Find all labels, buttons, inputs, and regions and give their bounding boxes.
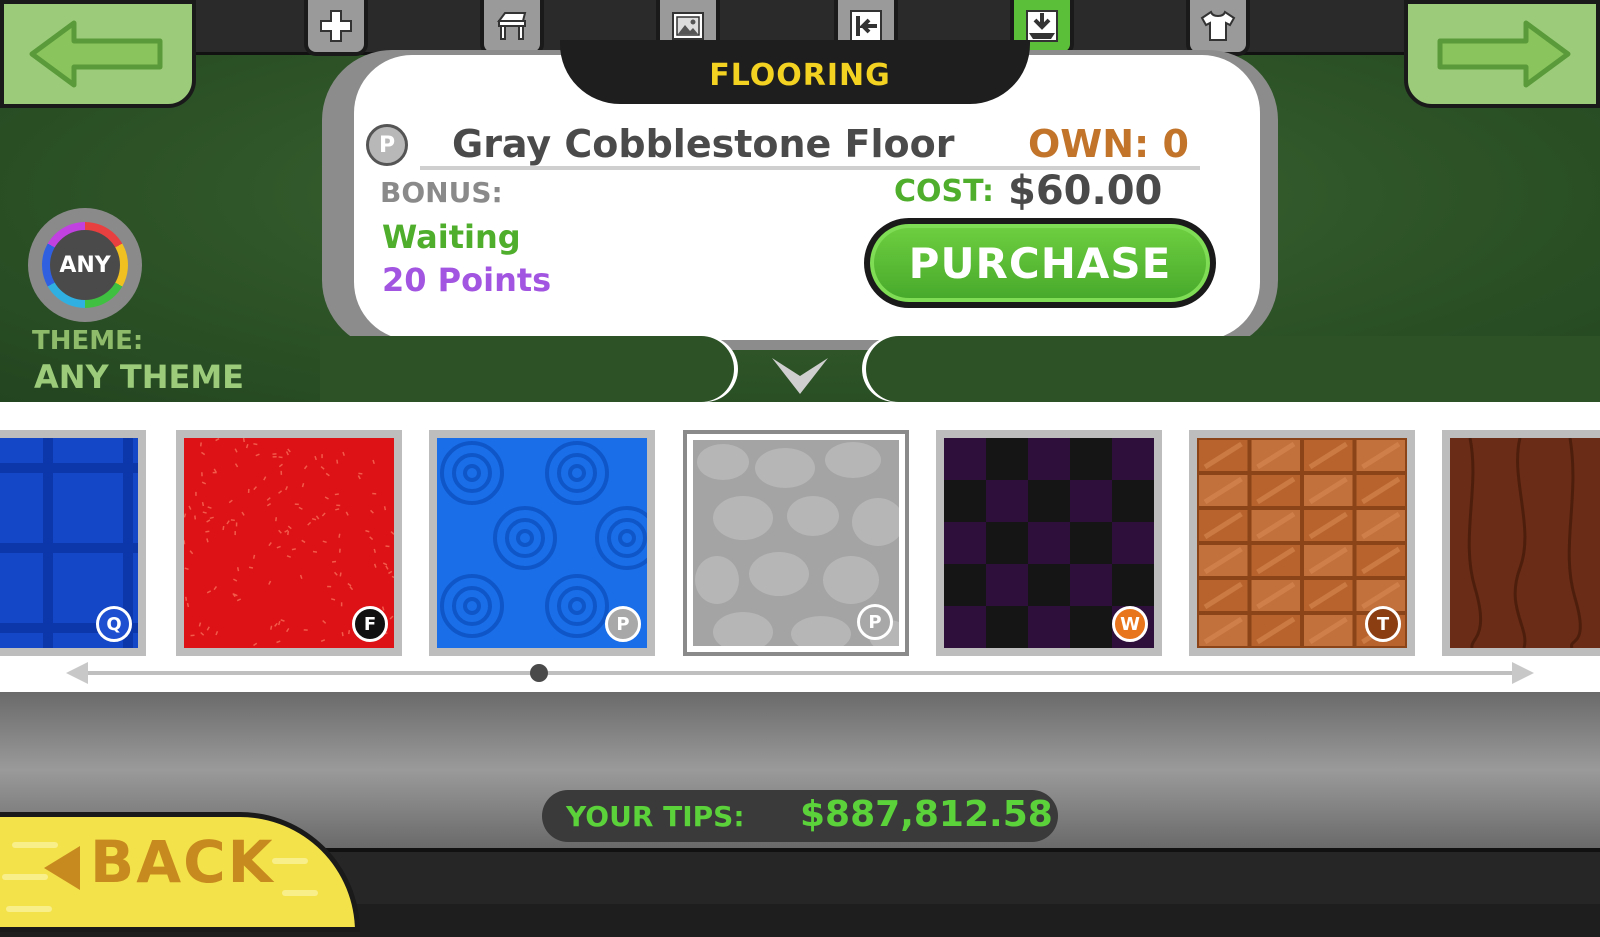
tile-blue-plaid-floor[interactable]: Q [0, 430, 146, 656]
previous-category-button[interactable] [0, 0, 196, 108]
scroll-left-arrow-icon[interactable] [66, 662, 90, 684]
tile-dark-wood-floor[interactable] [1442, 430, 1600, 656]
bonus-status: Waiting [382, 218, 521, 256]
table-icon [493, 7, 531, 45]
tile-red-speckle-floor[interactable]: F [176, 430, 402, 656]
tile-badge: T [1365, 606, 1401, 642]
bonus-label: BONUS: [380, 176, 503, 209]
tile-badge: P [857, 604, 893, 640]
next-category-button[interactable] [1404, 0, 1600, 108]
tips-label: YOUR TIPS: [566, 800, 745, 833]
theme-ring-label: ANY [50, 230, 120, 300]
panel-notch-left [320, 336, 734, 402]
tile-blue-circles-floor[interactable]: P [429, 430, 655, 656]
right-arrow-icon [1432, 19, 1572, 89]
tile-scrollbar-thumb[interactable] [530, 664, 548, 682]
back-label: BACK [90, 828, 275, 896]
tile-wood-parquet-floor[interactable]: T [1189, 430, 1415, 656]
add-icon [317, 7, 355, 45]
tab-add[interactable] [304, 0, 368, 56]
tab-tables[interactable] [480, 0, 544, 56]
tile-badge: Q [96, 606, 132, 642]
purchase-button[interactable]: PURCHASE [864, 218, 1216, 308]
panel-notch-right [866, 336, 1600, 402]
tile-badge: F [352, 606, 388, 642]
tile-badge: P [605, 606, 641, 642]
tips-value: $887,812.58 [800, 794, 1053, 835]
back-arrow-icon [44, 846, 80, 890]
item-name: Gray Cobblestone Floor [452, 122, 954, 166]
tile-purple-checker-floor[interactable]: W [936, 430, 1162, 656]
tile-gray-cobblestone-floor[interactable]: P [683, 430, 909, 656]
tile-badge: W [1112, 606, 1148, 642]
scroll-right-arrow-icon[interactable] [1510, 662, 1534, 684]
bonus-points: 20 Points [382, 261, 551, 299]
theme-label: THEME: [32, 326, 143, 356]
tile-scrollbar-track[interactable] [70, 671, 1530, 675]
chevron-down-icon [770, 356, 830, 396]
theme-value: ANY THEME [34, 358, 244, 396]
cost-value: $60.00 [1008, 168, 1162, 214]
left-arrow-icon [28, 19, 168, 89]
category-title: FLOORING [560, 58, 1040, 93]
own-count: OWN: 0 [1028, 122, 1189, 166]
item-letter-badge: P [366, 124, 408, 166]
tab-uniforms[interactable] [1186, 0, 1250, 56]
shirt-icon [1199, 7, 1237, 45]
cost-label: COST: [894, 174, 994, 209]
